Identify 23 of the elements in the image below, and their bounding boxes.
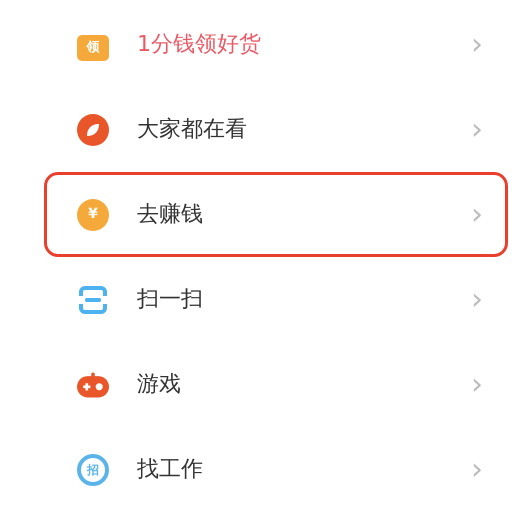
menu-label: 大家都在看 [137,116,248,144]
chevron-icon: › [471,200,483,230]
menu-item[interactable]: 招 找工作 › [44,427,508,512]
scan-icon [77,284,109,316]
menu-item[interactable]: ¥ 去赚钱 › [44,172,508,257]
menu-label: 扫一扫 [137,286,204,314]
chevron-icon: › [471,30,483,60]
chevron-icon: › [471,454,483,484]
menu-item[interactable]: 大家都在看 › [44,87,508,172]
compass-icon [77,114,109,146]
menu-item[interactable]: 扫一扫 › [44,257,508,342]
gamepad-icon [77,370,109,400]
chevron-icon: › [471,284,483,314]
coin-icon: ¥ [77,198,109,230]
chevron-icon: › [471,370,483,400]
menu-item[interactable]: 游戏 › [44,342,508,427]
chevron-icon: › [471,114,483,144]
search-icon: 招 [77,454,109,486]
menu-label: 1分钱领好货 [137,31,262,59]
menu-label: 游戏 [137,371,182,399]
shopping-bag-icon: 领 [77,34,109,60]
menu-label: 去赚钱 [137,201,204,229]
menu-label: 找工作 [137,456,204,484]
